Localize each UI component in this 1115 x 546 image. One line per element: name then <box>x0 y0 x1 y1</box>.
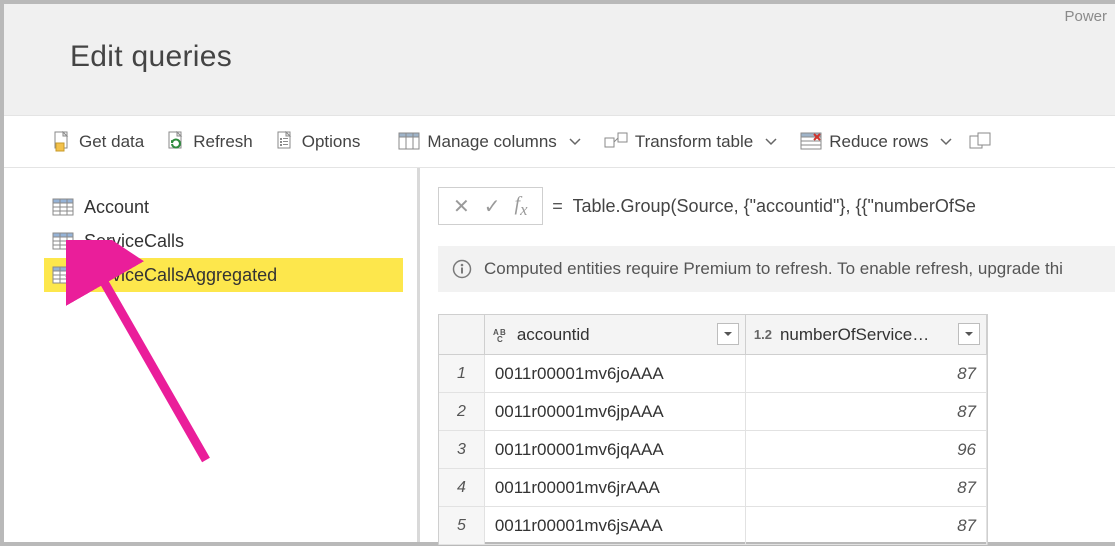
svg-text:C: C <box>497 335 503 343</box>
refresh-button[interactable]: Refresh <box>158 127 261 157</box>
table-row[interactable]: 4 0011r00001mv6jrAAA 87 <box>439 469 987 507</box>
cell-accountid: 0011r00001mv6jsAAA <box>485 507 746 544</box>
table-row[interactable]: 2 0011r00001mv6jpAAA 87 <box>439 393 987 431</box>
page-title: Edit queries <box>4 4 1115 74</box>
page-add-icon <box>52 131 72 153</box>
table-icon <box>52 232 74 250</box>
formula-bar: ✕ ✓ fx = Table.Group(Source, {"accountid… <box>438 186 1115 226</box>
reduce-rows-icon <box>800 132 822 152</box>
table-row[interactable]: 1 0011r00001mv6joAAA 87 <box>439 355 987 393</box>
get-data-button[interactable]: Get data <box>44 127 152 157</box>
main: ✕ ✓ fx = Table.Group(Source, {"accountid… <box>420 168 1115 542</box>
cell-numberofservicec: 87 <box>746 355 987 392</box>
column-header-accountid[interactable]: ABC accountid <box>485 315 746 354</box>
row-number: 4 <box>439 469 485 506</box>
info-icon <box>452 259 472 279</box>
computed-table-icon <box>52 266 74 284</box>
refresh-icon <box>166 131 186 153</box>
cancel-formula-icon[interactable]: ✕ <box>453 194 470 219</box>
table-row[interactable]: 5 0011r00001mv6jsAAA 87 <box>439 507 987 545</box>
cell-accountid: 0011r00001mv6jrAAA <box>485 469 746 506</box>
toolbar: Get data Refresh Options Manage columns … <box>4 116 1115 168</box>
accept-formula-icon[interactable]: ✓ <box>484 194 501 219</box>
transform-table-button[interactable]: Transform table <box>596 128 786 156</box>
cell-numberofservicec: 87 <box>746 393 987 430</box>
reduce-rows-button[interactable]: Reduce rows <box>792 128 961 156</box>
column-filter-button[interactable] <box>958 323 980 345</box>
table-icon <box>52 198 74 216</box>
data-table: ABC accountid 1.2 numberOfServiceC... <box>438 314 988 545</box>
query-label: Account <box>84 197 149 218</box>
cell-numberofservicec: 87 <box>746 507 987 544</box>
caret-down-icon <box>964 329 974 339</box>
formula-equals: = <box>543 196 573 217</box>
cell-accountid: 0011r00001mv6jpAAA <box>485 393 746 430</box>
caret-down-icon <box>723 329 733 339</box>
transform-icon <box>604 132 628 152</box>
options-button[interactable]: Options <box>267 127 369 157</box>
text-type-icon: ABC <box>493 327 511 343</box>
column-header-numberofservicec[interactable]: 1.2 numberOfServiceC... <box>746 315 987 354</box>
options-icon <box>275 131 295 153</box>
columns-icon <box>398 132 420 152</box>
query-item-account[interactable]: Account <box>44 190 403 224</box>
info-banner: Computed entities require Premium to ref… <box>438 246 1115 292</box>
query-label: ServiceCalls <box>84 231 184 252</box>
row-number: 2 <box>439 393 485 430</box>
cell-accountid: 0011r00001mv6jqAAA <box>485 431 746 468</box>
row-number: 5 <box>439 507 485 544</box>
formula-code[interactable]: Table.Group(Source, {"accountid"}, {{"nu… <box>573 196 1115 217</box>
cell-numberofservicec: 87 <box>746 469 987 506</box>
cell-accountid: 0011r00001mv6joAAA <box>485 355 746 392</box>
chevron-down-icon <box>568 135 582 149</box>
row-number: 1 <box>439 355 485 392</box>
app-brand: Power <box>1064 8 1107 25</box>
cell-numberofservicec: 96 <box>746 431 987 468</box>
query-item-servicecallsaggregated[interactable]: ServiceCallsAggregated <box>44 258 403 292</box>
combine-icon <box>969 132 991 152</box>
query-item-servicecalls[interactable]: ServiceCalls <box>44 224 403 258</box>
column-filter-button[interactable] <box>717 323 739 345</box>
query-label: ServiceCallsAggregated <box>84 265 277 286</box>
chevron-down-icon <box>939 135 953 149</box>
decimal-type-icon: 1.2 <box>754 327 772 342</box>
manage-columns-button[interactable]: Manage columns <box>390 128 589 156</box>
more-button[interactable] <box>967 128 993 156</box>
fx-icon[interactable]: fx <box>515 193 528 220</box>
sidebar: Account ServiceCalls ServiceCallsAggrega… <box>4 168 420 542</box>
info-text: Computed entities require Premium to ref… <box>484 259 1063 279</box>
chevron-down-icon <box>764 135 778 149</box>
row-number: 3 <box>439 431 485 468</box>
row-number-header <box>439 315 485 354</box>
table-row[interactable]: 3 0011r00001mv6jqAAA 96 <box>439 431 987 469</box>
